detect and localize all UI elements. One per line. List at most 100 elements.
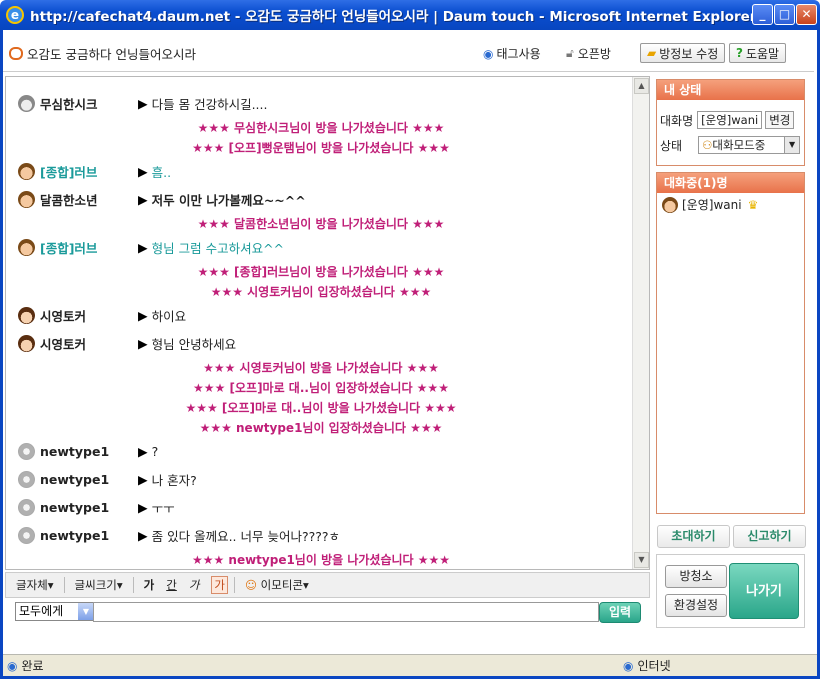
settings-button[interactable]: 환경설정 — [665, 594, 727, 617]
divider — [234, 577, 236, 593]
message-nick[interactable]: newtype1 — [40, 444, 138, 459]
chat-message: [종합]러브 ▶ 형님 그럼 수고하셔요^^ — [18, 237, 284, 257]
chat-message: 시영토커 ▶ 형님 안녕하세요 — [18, 333, 236, 353]
emoticon-menu[interactable]: ☺ 이모티콘▾ — [245, 577, 309, 593]
tag-use-button[interactable]: ◉ 태그사용 — [483, 45, 541, 62]
lock-icon: 🔓︎ — [566, 46, 574, 60]
size-menu[interactable]: 글씨크기▾ — [75, 577, 123, 593]
crown-icon: ♛ — [747, 197, 759, 212]
smile-icon: ☺ — [245, 578, 258, 592]
chevron-down-icon[interactable]: ▼ — [78, 603, 94, 620]
send-button[interactable]: 입력 — [599, 602, 641, 623]
avatar-icon — [18, 334, 35, 352]
invite-button[interactable]: 초대하기 — [657, 525, 730, 548]
message-nick[interactable]: [종합]러브 — [40, 162, 138, 181]
roominfo-wrap: ▰ 방정보 수정 — [640, 43, 726, 63]
message-text: 저두 이만 나가볼께요~~^^ — [151, 192, 306, 208]
folder-icon: ▰ — [647, 46, 657, 60]
chevron-down-icon[interactable]: ▼ — [784, 137, 800, 153]
zone-label: 인터넷 — [637, 659, 671, 673]
change-nick-button[interactable]: 변경 — [765, 111, 795, 129]
window-title: http://cafechat4.daum.net - 오감도 궁금하다 언닝들… — [30, 9, 757, 25]
scroll-up-icon[interactable]: ▲ — [634, 78, 649, 94]
avatar-icon — [18, 306, 35, 324]
message-text: 흠.. — [151, 164, 172, 180]
room-owner-button[interactable]: 방청소 — [665, 565, 727, 588]
avatar-icon — [18, 190, 35, 208]
recipient-select[interactable]: 모두에게 ▼ — [15, 602, 95, 621]
close-button[interactable]: ✕ — [796, 4, 817, 25]
avatar-icon — [18, 470, 35, 488]
exit-button[interactable]: 나가기 — [729, 563, 799, 619]
chat-scrollbar[interactable]: ▲ ▼ — [632, 77, 649, 569]
avatar-icon — [18, 162, 35, 180]
nick-row: 대화명 [운영]wani 변경 — [660, 111, 795, 129]
arrow-icon: ▶ — [138, 307, 148, 323]
help-button[interactable]: ? 도움말 — [729, 43, 787, 63]
message-nick[interactable]: 시영토커 — [40, 334, 138, 353]
user-name: [운영]wani — [682, 198, 742, 212]
message-text: 나 혼자? — [151, 472, 197, 488]
user-list-item[interactable]: [운영]wani ♛ — [662, 196, 758, 213]
system-message: ★★★ [오프]뻥운탬님이 방을 나가셨습니다 ★★★ — [192, 141, 450, 155]
open-room-label: 오픈방 — [577, 47, 611, 61]
message-nick[interactable]: newtype1 — [40, 500, 138, 515]
maximize-button[interactable]: □ — [774, 4, 795, 25]
size-label: 글씨크기 — [74, 578, 117, 592]
scroll-down-icon[interactable]: ▼ — [634, 552, 649, 568]
nick-label: 대화명 — [660, 113, 694, 128]
chat-input[interactable] — [93, 602, 599, 622]
italic-button[interactable]: 가 — [189, 577, 200, 593]
help-wrap: ? 도움말 — [729, 43, 787, 63]
arrow-icon: ▶ — [138, 443, 148, 459]
color-button[interactable]: 가 — [211, 576, 229, 594]
report-button[interactable]: 신고하기 — [733, 525, 806, 548]
message-nick[interactable]: newtype1 — [40, 528, 138, 543]
room-title: 오감도 궁금하다 언닝들어오시라 — [27, 47, 196, 62]
minimize-button[interactable]: _ — [752, 4, 773, 25]
format-bar: 글자체▾ 글씨크기▾ 가 간 가 가 ☺ 이모티콘▾ — [5, 572, 650, 598]
message-nick[interactable]: 달콤한소년 — [40, 190, 138, 209]
font-menu[interactable]: 글자체▾ — [16, 577, 54, 593]
arrow-icon: ▶ — [138, 471, 148, 487]
message-nick[interactable]: [종합]러브 — [40, 238, 138, 257]
chat-message: newtype1 ▶ ? — [18, 441, 158, 461]
chat-bubble-icon — [9, 47, 23, 60]
recipient-value: 모두에게 — [19, 604, 64, 618]
divider — [63, 577, 65, 593]
state-select[interactable]: ⚇대화모드중 ▼ — [698, 136, 801, 154]
status-text: 완료 — [21, 659, 44, 673]
state-value: 대화모드중 — [712, 138, 766, 152]
chat-message: 달콤한소년 ▶ 저두 이만 나가볼께요~~^^ — [18, 189, 306, 209]
message-text: 다들 몸 건강하시길.... — [151, 96, 268, 112]
user-list-header: 대화중(1)명 — [657, 173, 804, 193]
arrow-icon: ▶ — [138, 335, 148, 351]
avatar-icon — [18, 498, 35, 516]
message-text: 형님 안녕하세요 — [151, 336, 237, 352]
open-room-button[interactable]: 🔓︎ 오픈방 — [566, 45, 611, 62]
room-info-button[interactable]: ▰ 방정보 수정 — [640, 43, 726, 63]
system-message: ★★★ newtype1님이 방을 나가셨습니다 ★★★ — [191, 553, 451, 567]
message-nick[interactable]: 무심한시크 — [40, 94, 138, 113]
chat-log: 무심한시크 ▶ 다들 몸 건강하시길.... ★★★ 무심한시크님이 방을 나가… — [5, 76, 650, 570]
message-nick[interactable]: newtype1 — [40, 472, 138, 487]
internet-zone: ◉ 인터넷 — [623, 657, 671, 674]
avatar-icon — [18, 94, 35, 112]
font-label: 글자체 — [16, 578, 48, 592]
system-message: ★★★ [오프]마로 대..님이 방을 나가셨습니다 ★★★ — [185, 401, 457, 415]
chat-message: newtype1 ▶ 좀 있다 올께요.. 너무 늦어나????ㅎ — [18, 525, 340, 545]
chat-message: 시영토커 ▶ 하이요 — [18, 305, 186, 325]
state-label: 상태 — [660, 138, 683, 153]
divider — [132, 577, 134, 593]
tag-use-label: 태그사용 — [496, 47, 541, 61]
message-nick[interactable]: 시영토커 — [40, 306, 138, 325]
ie-page-icon: ◉ — [7, 658, 18, 673]
arrow-icon: ▶ — [138, 499, 148, 515]
chat-message: newtype1 ▶ 나 혼자? — [18, 469, 197, 489]
bold-button[interactable]: 가 — [144, 577, 155, 593]
people-icon: ⚇ — [702, 138, 713, 152]
arrow-icon: ▶ — [138, 191, 148, 207]
chat-message: newtype1 ▶ ㅜㅜ — [18, 497, 175, 517]
message-text: 형님 그럼 수고하셔요^^ — [151, 240, 285, 256]
underline-button[interactable]: 간 — [166, 577, 177, 593]
